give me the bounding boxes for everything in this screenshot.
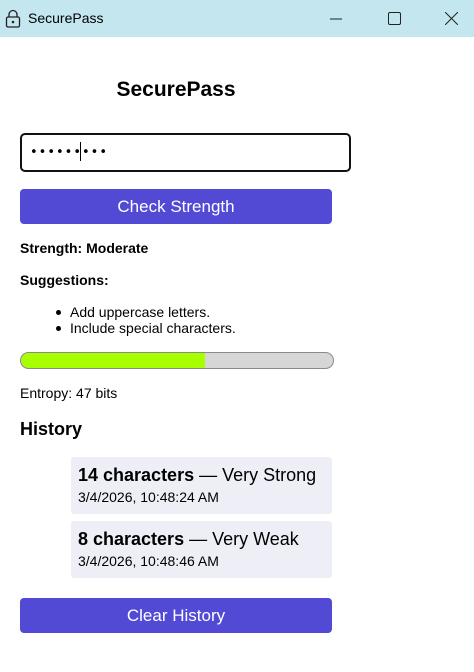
suggestions-title: Suggestions: — [20, 272, 109, 288]
suggestion-item: Add uppercase letters. — [56, 304, 236, 320]
history-length: 14 characters — [78, 465, 195, 485]
suggestion-item: Include special characters. — [56, 320, 236, 336]
app-heading: SecurePass — [116, 78, 236, 101]
lock-icon — [5, 9, 21, 28]
window-title: SecurePass — [28, 10, 104, 26]
strength-meter-fill — [21, 353, 206, 368]
history-rating: — Very Weak — [184, 529, 299, 549]
history-timestamp: 3/4/2026, 10:48:46 AM — [78, 553, 219, 569]
history-item: 14 characters — Very Strong 3/4/2026, 10… — [71, 457, 332, 514]
text-caret — [80, 142, 81, 161]
entropy-label: Entropy: 47 bits — [20, 385, 118, 401]
password-input[interactable] — [20, 133, 351, 172]
clear-history-button[interactable]: Clear History — [20, 598, 332, 633]
suggestions-list: Add uppercase letters. Include special c… — [56, 304, 236, 336]
maximize-icon — [387, 12, 401, 25]
check-strength-button[interactable]: Check Strength — [20, 189, 332, 224]
history-length: 8 characters — [78, 529, 185, 549]
title-bar: SecurePass — [0, 0, 474, 37]
history-rating: — Very Strong — [194, 465, 317, 485]
close-icon — [444, 12, 458, 25]
history-title: History — [20, 419, 83, 439]
minimize-button[interactable] — [313, 0, 359, 37]
minimize-icon — [330, 18, 342, 19]
history-item: 8 characters — Very Weak 3/4/2026, 10:48… — [71, 521, 332, 578]
strength-meter — [20, 352, 334, 369]
history-timestamp: 3/4/2026, 10:48:24 AM — [78, 489, 219, 505]
close-button[interactable] — [428, 0, 474, 37]
maximize-button[interactable] — [371, 0, 417, 37]
strength-label: Strength: Moderate — [20, 240, 149, 256]
